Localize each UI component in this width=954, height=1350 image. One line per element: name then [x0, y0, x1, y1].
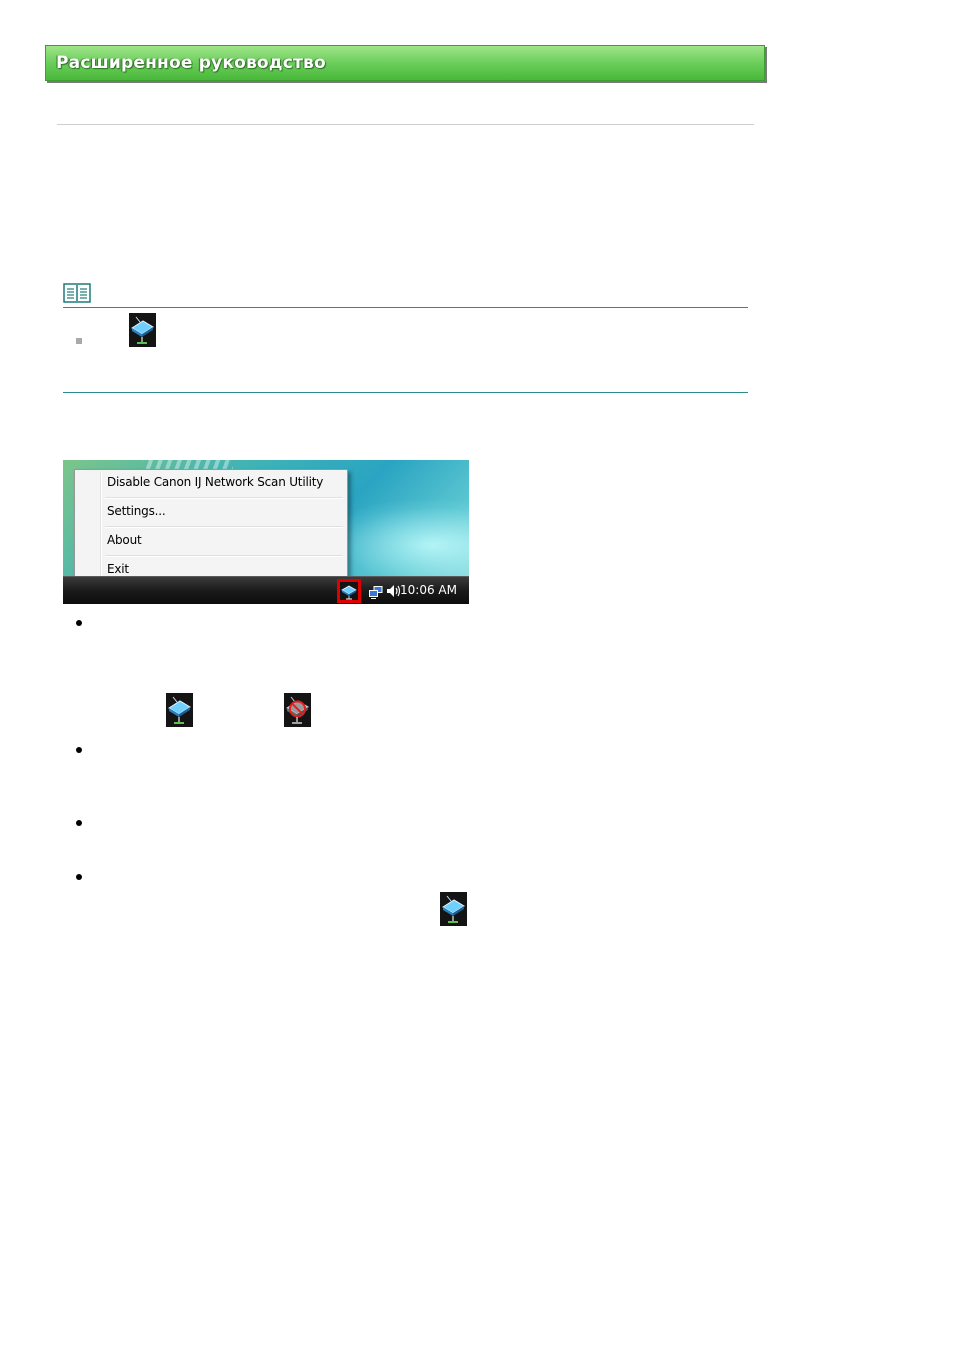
menu-icon-gutter [100, 472, 102, 579]
taskbar: 10:06 AM [63, 576, 469, 604]
menu-separator [105, 497, 343, 499]
menu-item-settings[interactable]: Settings... [107, 504, 166, 518]
network-scan-utility-icon [166, 693, 193, 727]
list-bullet [76, 874, 82, 880]
menu-item-about[interactable]: About [107, 533, 142, 547]
network-scan-utility-icon [129, 313, 156, 347]
note-top-rule [63, 307, 748, 308]
network-tray-icon[interactable] [369, 584, 383, 599]
tray-clock[interactable]: 10:06 AM [400, 583, 457, 597]
list-bullet [76, 747, 82, 753]
menu-item-exit[interactable]: Exit [107, 562, 129, 576]
tray-context-menu: Disable Canon IJ Network Scan Utility Se… [74, 469, 348, 582]
menu-separator [105, 555, 343, 557]
note-bottom-rule [63, 392, 748, 393]
manual-header-banner: Расширенное руководство [45, 45, 765, 81]
tray-scan-utility-icon[interactable] [337, 579, 361, 603]
network-scan-utility-disabled-icon [284, 693, 311, 727]
tray-menu-screenshot: Disable Canon IJ Network Scan Utility Se… [63, 460, 469, 604]
manual-title: Расширенное руководство [56, 53, 326, 73]
book-note-icon [63, 283, 91, 303]
list-bullet [76, 820, 82, 826]
network-scan-utility-icon [440, 892, 467, 926]
header-divider [57, 124, 754, 125]
menu-separator [105, 526, 343, 528]
list-bullet [76, 620, 82, 626]
note-bullet [76, 338, 82, 344]
menu-item-disable[interactable]: Disable Canon IJ Network Scan Utility [107, 475, 323, 489]
